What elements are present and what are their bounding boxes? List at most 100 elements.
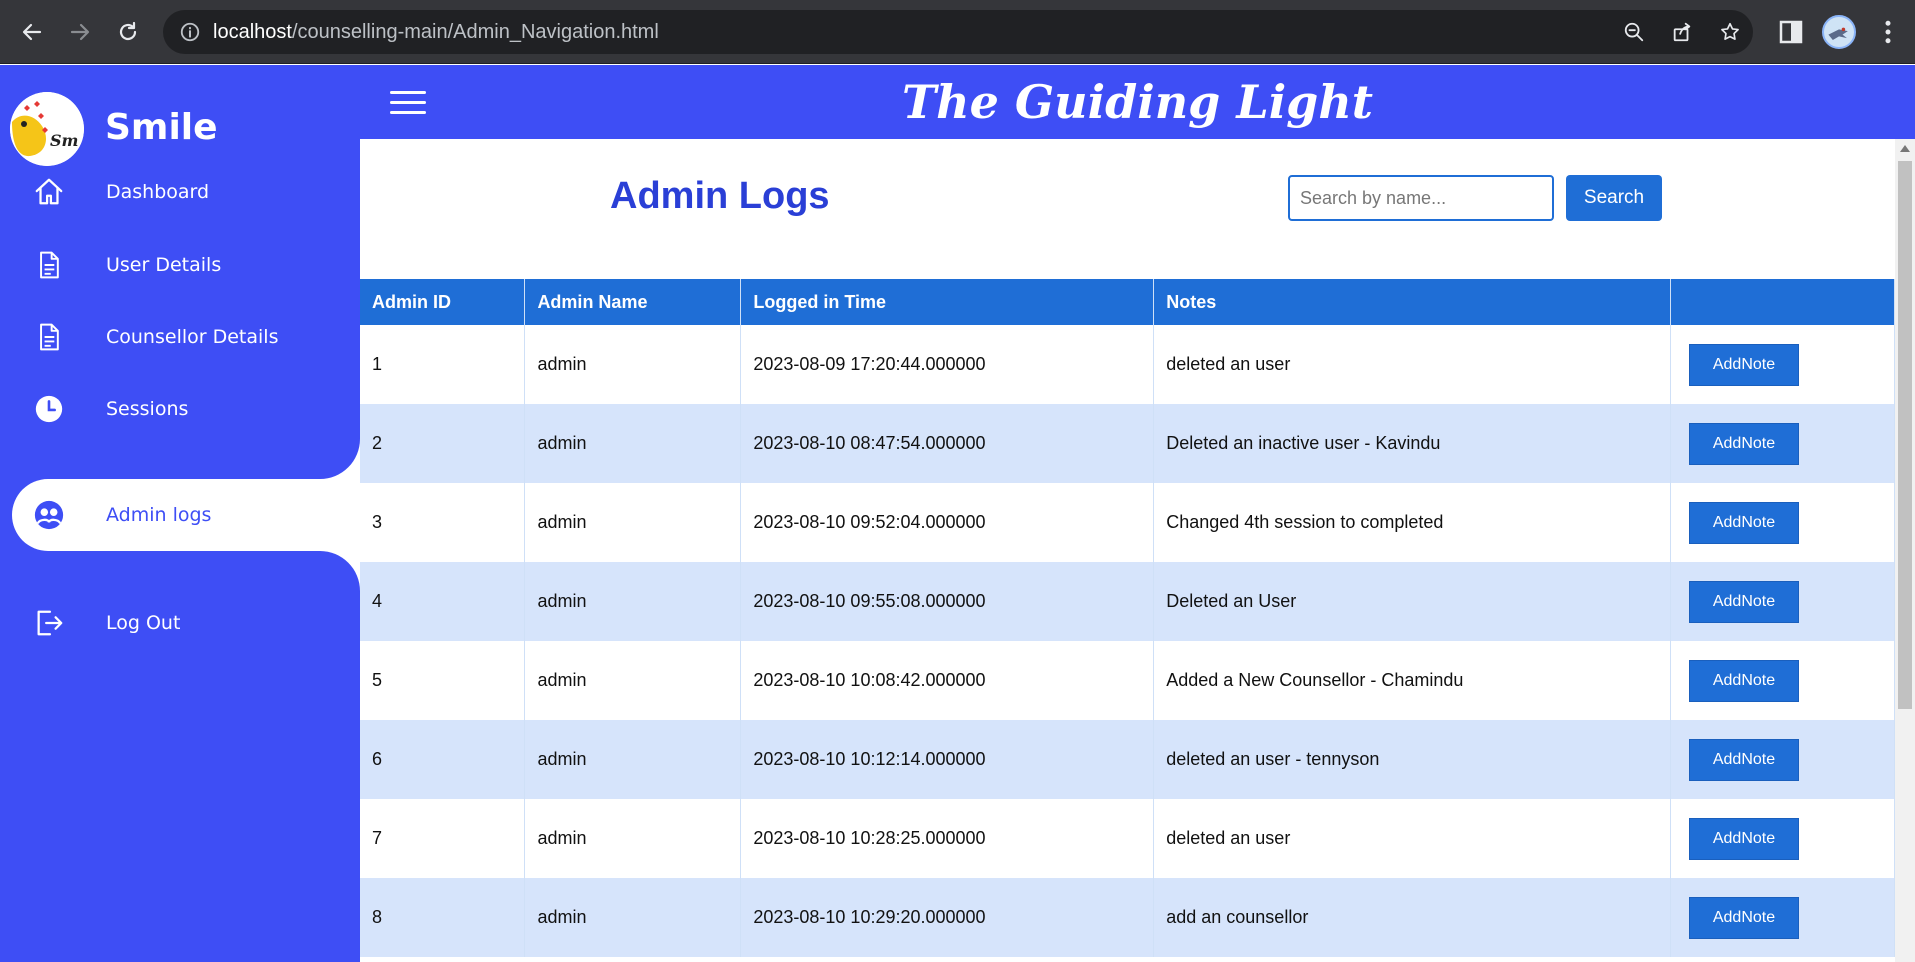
cell-note: Deleted an User: [1153, 562, 1671, 641]
cell-admin-name: admin: [524, 483, 742, 562]
clock-icon: [32, 392, 66, 426]
cell-action: AddNote: [1670, 641, 1895, 720]
document-icon: [32, 248, 66, 282]
cell-admin-id: 5: [360, 641, 526, 720]
cell-admin-name: admin: [524, 720, 742, 799]
cell-action: AddNote: [1670, 720, 1895, 799]
cell-logged-in-time: 2023-08-10 10:08:42.000000: [740, 641, 1155, 720]
add-note-button[interactable]: AddNote: [1689, 422, 1799, 465]
bookmark-star-icon[interactable]: [1719, 21, 1741, 43]
column-header-actions: [1670, 279, 1895, 325]
logout-icon: [32, 606, 66, 640]
vertical-scrollbar[interactable]: [1895, 139, 1915, 962]
info-icon[interactable]: [179, 21, 201, 43]
cell-note: add an counsellor: [1153, 878, 1671, 957]
add-note-button[interactable]: AddNote: [1689, 501, 1799, 544]
cell-action: AddNote: [1670, 483, 1895, 562]
cell-note: deleted an user: [1153, 325, 1671, 404]
search-button[interactable]: Search: [1566, 175, 1662, 221]
top-header: The Guiding Light: [360, 65, 1915, 139]
sidebar-item-label: Counsellor Details: [106, 326, 279, 348]
share-icon[interactable]: [1671, 21, 1693, 43]
cell-admin-name: admin: [524, 325, 742, 404]
menu-dots-icon[interactable]: [1873, 17, 1903, 47]
back-arrow-icon[interactable]: [14, 14, 50, 50]
cell-admin-id: 8: [360, 878, 526, 957]
url-text[interactable]: localhost/counselling-main/Admin_Navigat…: [213, 21, 659, 44]
sidebar-item-sessions[interactable]: Sessions: [12, 373, 360, 445]
sidebar-item-label: Dashboard: [106, 181, 210, 203]
brand-name: Smile: [105, 107, 218, 148]
sidebar-item-counsellor-details[interactable]: Counsellor Details: [12, 301, 360, 373]
cell-action: AddNote: [1670, 562, 1895, 641]
cell-logged-in-time: 2023-08-10 10:12:14.000000: [740, 720, 1155, 799]
add-note-button[interactable]: AddNote: [1689, 896, 1799, 939]
scrollbar-thumb[interactable]: [1898, 161, 1912, 709]
add-note-button[interactable]: AddNote: [1689, 738, 1799, 781]
table-row: 6 admin 2023-08-10 10:12:14.000000 delet…: [360, 720, 1895, 799]
add-note-button[interactable]: AddNote: [1689, 659, 1799, 702]
cell-admin-id: 1: [360, 325, 526, 404]
home-icon: [32, 175, 66, 209]
cell-action: AddNote: [1670, 878, 1895, 957]
sidebar-item-label: Admin logs: [106, 504, 212, 526]
cell-logged-in-time: 2023-08-10 10:29:20.000000: [740, 878, 1155, 957]
address-bar[interactable]: localhost/counselling-main/Admin_Navigat…: [163, 10, 1753, 54]
cell-logged-in-time: 2023-08-10 09:52:04.000000: [740, 483, 1155, 562]
zoom-out-icon[interactable]: [1623, 21, 1645, 43]
reload-icon[interactable]: [110, 14, 146, 50]
table-row: 5 admin 2023-08-10 10:08:42.000000 Added…: [360, 641, 1895, 720]
cell-admin-name: admin: [524, 878, 742, 957]
cell-note: deleted an user: [1153, 799, 1671, 878]
admin-logs-table: Admin ID Admin Name Logged in Time Notes…: [360, 279, 1895, 957]
cell-logged-in-time: 2023-08-10 10:28:25.000000: [740, 799, 1155, 878]
table-row: 7 admin 2023-08-10 10:28:25.000000 delet…: [360, 799, 1895, 878]
scroll-up-arrow-icon[interactable]: [1900, 145, 1910, 152]
page-title: Admin Logs: [610, 175, 830, 217]
cell-note: Added a New Counsellor - Chamindu: [1153, 641, 1671, 720]
cell-logged-in-time: 2023-08-10 08:47:54.000000: [740, 404, 1155, 483]
column-header-admin-name: Admin Name: [524, 279, 742, 325]
sidebar-item-user-details[interactable]: User Details: [12, 229, 360, 301]
table-header-row: Admin ID Admin Name Logged in Time Notes: [360, 279, 1895, 325]
sidebar-item-dashboard[interactable]: Dashboard: [12, 156, 360, 228]
column-header-admin-id: Admin ID: [360, 279, 526, 325]
cell-admin-name: admin: [524, 404, 742, 483]
side-panel-icon[interactable]: [1776, 17, 1806, 47]
sidebar-item-label: Log Out: [106, 612, 181, 634]
cell-admin-name: admin: [524, 562, 742, 641]
column-header-notes: Notes: [1153, 279, 1671, 325]
cell-admin-id: 2: [360, 404, 526, 483]
logo: Sm: [10, 92, 84, 166]
sidebar-item-log-out[interactable]: Log Out: [12, 587, 360, 659]
cell-note: Deleted an inactive user - Kavindu: [1153, 404, 1671, 483]
cell-action: AddNote: [1670, 404, 1895, 483]
sidebar-item-admin-logs[interactable]: Admin logs: [12, 479, 360, 551]
column-header-logged-in-time: Logged in Time: [740, 279, 1155, 325]
cell-admin-id: 4: [360, 562, 526, 641]
add-note-button[interactable]: AddNote: [1689, 343, 1799, 386]
table-row: 3 admin 2023-08-10 09:52:04.000000 Chang…: [360, 483, 1895, 562]
main-content: Admin Logs Search Admin ID Admin Name Lo…: [360, 139, 1895, 962]
users-icon: [32, 498, 66, 532]
cell-action: AddNote: [1670, 325, 1895, 404]
browser-toolbar: localhost/counselling-main/Admin_Navigat…: [0, 0, 1915, 64]
site-title: The Guiding Light: [901, 75, 1374, 129]
cell-admin-name: admin: [524, 799, 742, 878]
profile-avatar[interactable]: [1822, 15, 1856, 49]
forward-arrow-icon[interactable]: [62, 14, 98, 50]
cell-note: deleted an user - tennyson: [1153, 720, 1671, 799]
cell-admin-id: 7: [360, 799, 526, 878]
add-note-button[interactable]: AddNote: [1689, 580, 1799, 623]
sidebar-item-label: Sessions: [106, 398, 189, 420]
sidebar: Sm Smile Dashboard User Details Counsell…: [0, 65, 360, 962]
svg-text:Sm: Sm: [50, 131, 78, 150]
cell-logged-in-time: 2023-08-09 17:20:44.000000: [740, 325, 1155, 404]
cell-admin-name: admin: [524, 641, 742, 720]
table-row: 8 admin 2023-08-10 10:29:20.000000 add a…: [360, 878, 1895, 957]
cell-note: Changed 4th session to completed: [1153, 483, 1671, 562]
cell-admin-id: 3: [360, 483, 526, 562]
add-note-button[interactable]: AddNote: [1689, 817, 1799, 860]
search-input[interactable]: [1288, 175, 1554, 221]
sidebar-item-label: User Details: [106, 254, 222, 276]
